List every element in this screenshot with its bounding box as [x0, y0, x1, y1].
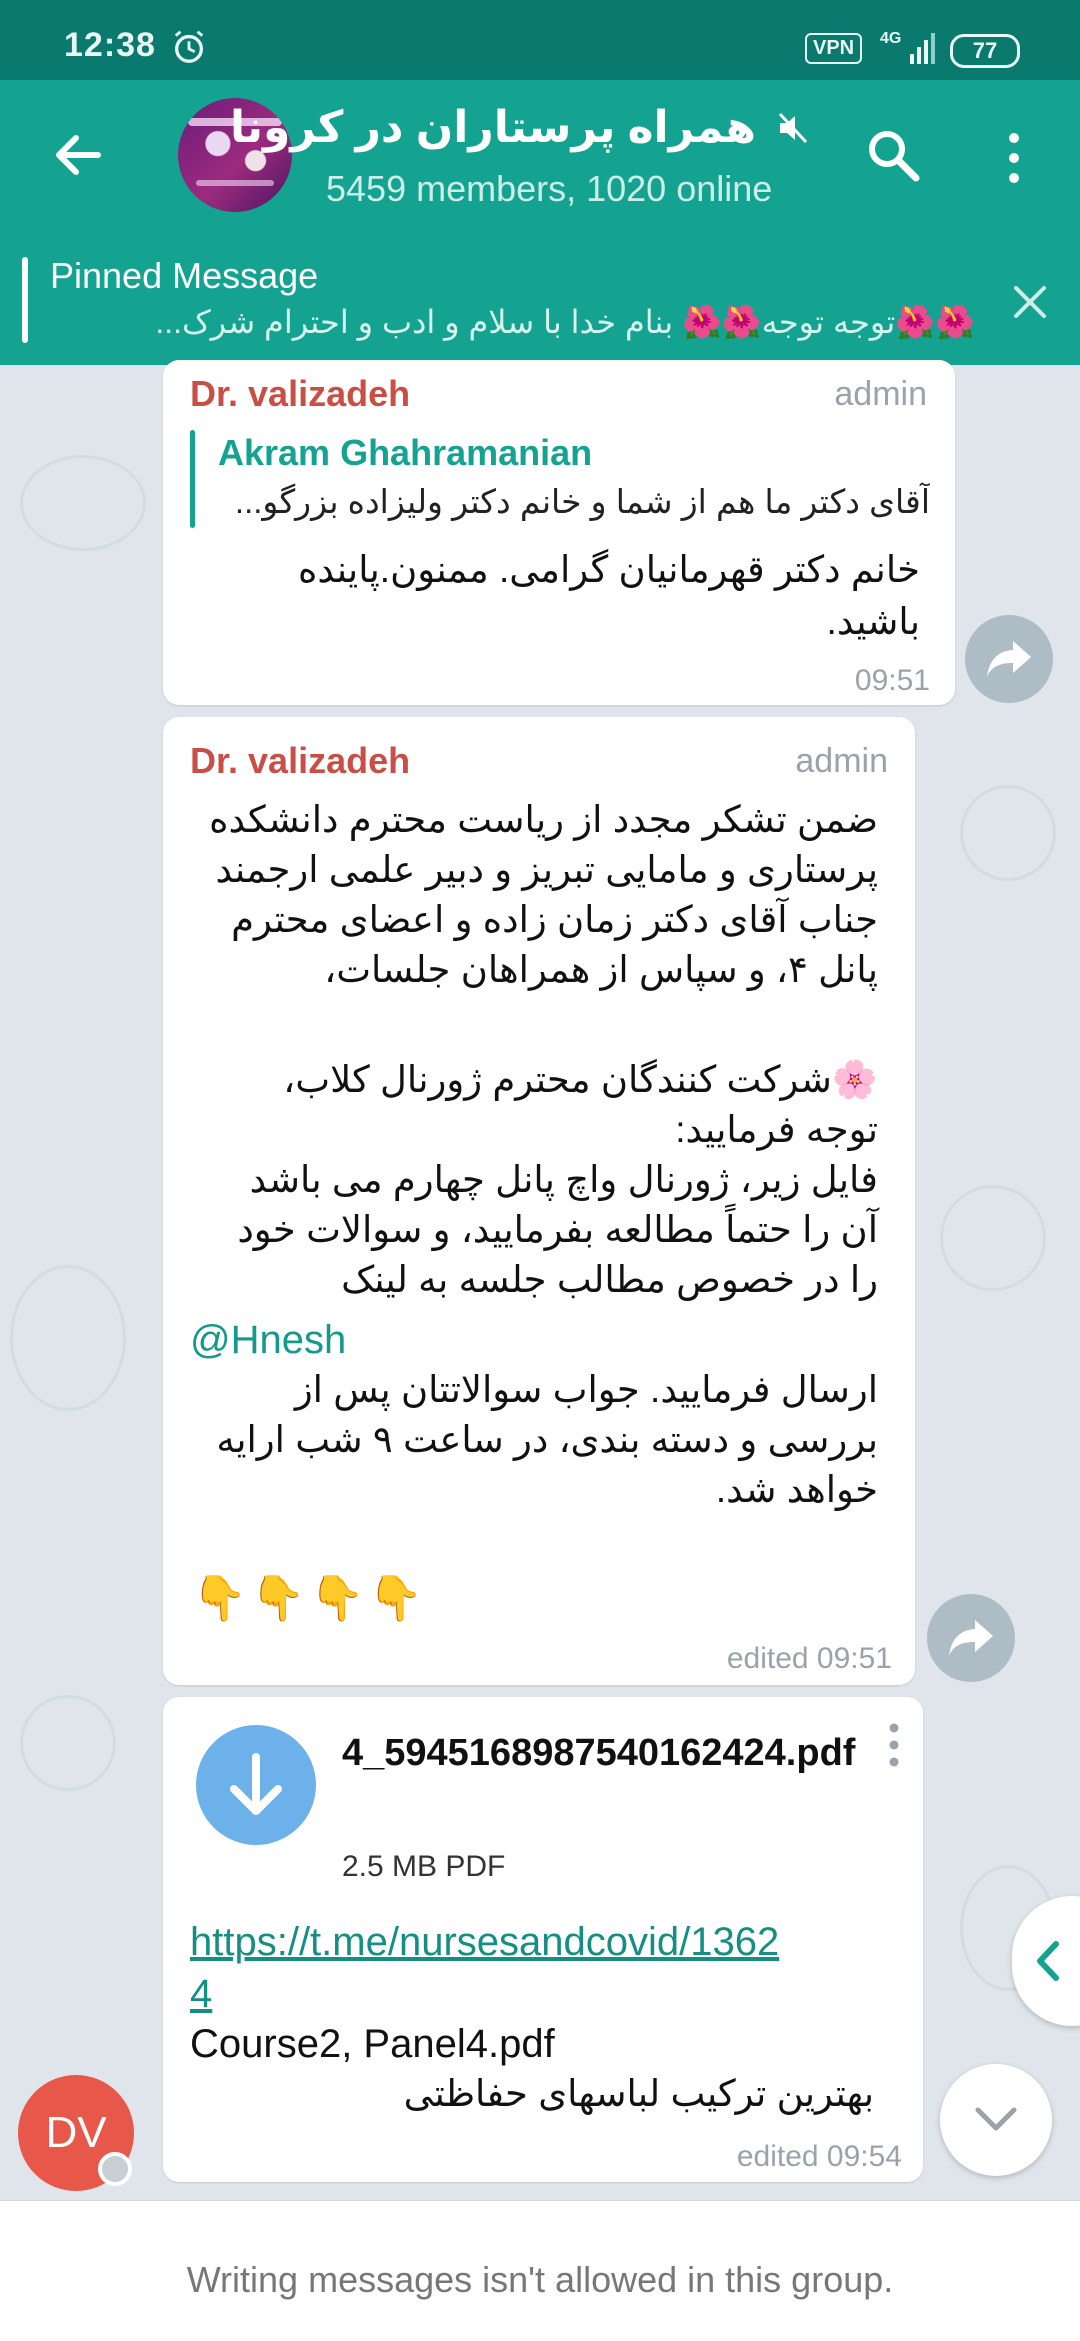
share-icon: [987, 641, 1031, 677]
pinned-title: Pinned Message: [50, 255, 319, 296]
admin-badge: admin: [795, 742, 888, 780]
chevron-left-icon: [1037, 1941, 1059, 1981]
message-time: edited 09:54: [736, 2140, 902, 2173]
pinned-message-bar[interactable]: Pinned Message 🌺🌺توجه توجه🌺🌺 بنام خدا با…: [0, 235, 1080, 365]
message-text-line: 🌸شرکت کنندگان محترم ژورنال کلاب،: [283, 1059, 878, 1100]
file-more-icon[interactable]: [884, 1720, 904, 1770]
admin-badge: admin: [834, 375, 927, 413]
back-arrow-icon[interactable]: [48, 120, 108, 190]
message-sender[interactable]: Dr. valizadeh: [190, 740, 410, 782]
reply-preview[interactable]: آقای دکتر ما هم از شما و خانم دکتر ولیزا…: [218, 482, 930, 521]
message-text-line: توجه فرمایید:: [675, 1109, 878, 1150]
writing-disabled-notice: Writing messages isn't allowed in this g…: [186, 2259, 894, 2300]
alarm-icon: [174, 30, 204, 63]
message-text-line: جناب آقای دکتر زمان زاده و اعضای محترم: [231, 899, 878, 940]
message-text-line: ارسال فرمایید. جواب سوالاتتان پس از: [294, 1369, 878, 1410]
file-caption-persian: بهترین ترکیب لباسهای حفاظتی: [403, 2073, 874, 2114]
more-vertical-icon[interactable]: [1000, 130, 1028, 186]
group-title[interactable]: همراه پرستاران در کرونا: [230, 102, 756, 153]
composer-disabled-bar: Writing messages isn't allowed in this g…: [0, 2200, 1080, 2341]
file-name[interactable]: 4_5945168987540162424.pdf: [342, 1730, 862, 1776]
pinned-indicator: [22, 257, 28, 343]
share-button[interactable]: [927, 1594, 1015, 1682]
message-text-line: باشید.: [826, 601, 920, 642]
reply-indicator: [190, 430, 195, 528]
message-text-line: بررسی و دسته بندی، در ساعت ۹ شب ارایه: [216, 1419, 878, 1460]
message-text-line: خانم دکتر قهرمانیان گرامی. ممنون.پاینده: [297, 549, 920, 590]
status-time: 12:38: [64, 26, 156, 64]
download-button[interactable]: [196, 1725, 316, 1845]
share-icon: [949, 1620, 993, 1656]
message-text-line: پانل ۴، و سپاس از همراهان جلسات،: [324, 949, 878, 990]
chevron-down-icon: [975, 2107, 1017, 2131]
file-size: 2.5 MB PDF: [342, 1850, 506, 1883]
share-button[interactable]: [965, 615, 1053, 703]
group-subtitle: 5459 members, 1020 online: [326, 168, 773, 209]
file-caption: Course2, Panel4.pdf: [190, 2022, 555, 2066]
signal-icon: [910, 33, 935, 64]
pinned-text: 🌺🌺توجه توجه🌺🌺 بنام خدا با سلام و ادب و ا…: [155, 304, 975, 340]
message-text-line: را در خصوص مطالب جلسه به لینک: [341, 1259, 878, 1300]
pointing-down-emoji-row: 👇👇👇👇: [192, 1574, 428, 1623]
message-text-line: پرستاری و مامایی تبریز و دبیر علمی ارجمن…: [215, 849, 879, 890]
mention-link[interactable]: @Hnesh: [190, 1318, 346, 1363]
vpn-badge: VPN: [805, 33, 863, 64]
close-pinned-icon[interactable]: [1010, 282, 1050, 322]
search-icon[interactable]: [866, 128, 920, 182]
network-label: 4G: [880, 30, 902, 47]
chat-header: همراه پرستاران در کرونا 5459 members, 10…: [0, 80, 1080, 235]
scroll-down-button[interactable]: [940, 2064, 1052, 2176]
message-text-line: آن را حتماً مطالعه بفرمایید، و سوالات خو…: [237, 1209, 878, 1250]
message-text-line: ضمن تشکر مجدد از ریاست محترم دانشکده: [209, 799, 878, 840]
message-time: edited 09:51: [726, 1642, 892, 1675]
message-sender[interactable]: Dr. valizadeh: [190, 373, 410, 415]
message-text-line: خواهد شد.: [715, 1469, 878, 1510]
battery-indicator: 77: [950, 34, 1020, 68]
message-link[interactable]: https://t.me/nursesandcovid/13624: [190, 1916, 790, 2020]
message-text-line: فایل زیر، ژورنال واچ پانل چهارم می باشد: [249, 1159, 878, 1200]
message-time: 09:51: [854, 664, 930, 697]
online-dot: [98, 2152, 132, 2186]
status-bar: 12:38 VPN 4G 77: [0, 0, 1080, 80]
mute-icon: [778, 112, 808, 144]
download-arrow-icon: [230, 1753, 282, 1815]
reply-sender[interactable]: Akram Ghahramanian: [218, 432, 592, 474]
